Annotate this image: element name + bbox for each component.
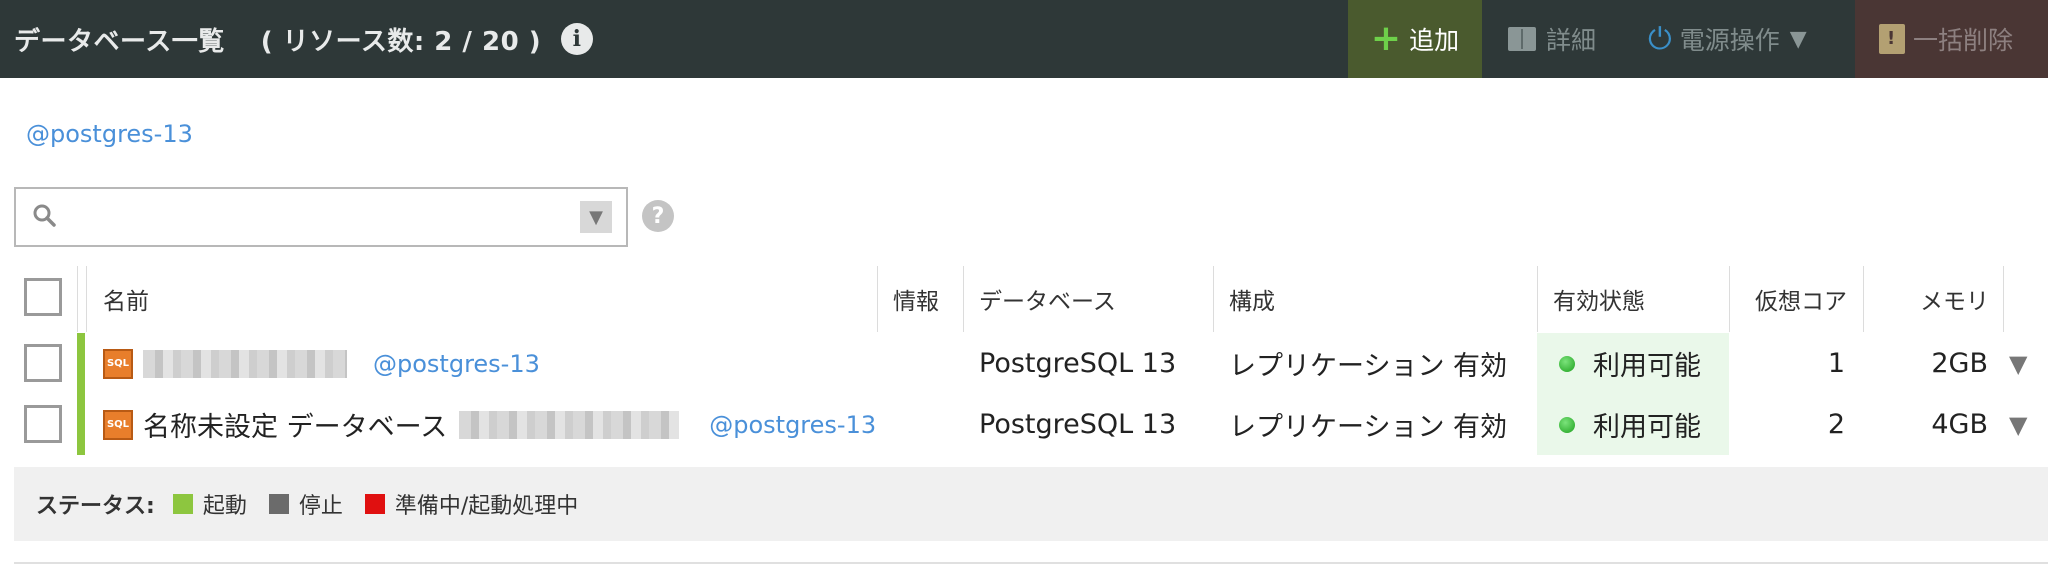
book-icon — [1508, 27, 1536, 51]
row-menu-caret-icon[interactable]: ▼ — [2009, 333, 2027, 394]
legend-item-running: 起動 — [172, 488, 247, 520]
column-header-vcpu[interactable]: 仮想コア — [1755, 266, 1847, 332]
availability-text: 利用可能 — [1593, 412, 1701, 443]
header-bar: データベース一覧 ( リソース数: 2 / 20 ) i + 追加 詳細 ⏻ 電… — [0, 0, 2048, 78]
plus-icon: + — [1370, 18, 1402, 59]
name-cell: SQL @postgres-13 — [103, 333, 540, 394]
resource-name: 名称未設定 データベース — [143, 412, 448, 443]
status-dot-icon — [1559, 416, 1575, 433]
legend-label: ステータス: — [36, 494, 155, 519]
legend-item-label: 停止 — [298, 494, 343, 519]
sql-database-icon: SQL — [103, 409, 133, 440]
legend-item-label: 準備中/起動処理中 — [394, 494, 579, 519]
column-header-name[interactable]: 名前 — [103, 266, 149, 332]
status-legend: ステータス: 起動 停止 準備中/起動処理中 — [14, 467, 2048, 541]
detail-button-label: 詳細 — [1546, 26, 1597, 55]
power-icon: ⏻ — [1648, 21, 1672, 57]
power-operation-label: 電源操作 — [1679, 26, 1780, 55]
search-box: ▼ — [14, 187, 628, 247]
legend-item-preparing: 準備中/起動処理中 — [364, 488, 579, 520]
column-divider — [963, 266, 964, 332]
memory-cell: 4GB — [1931, 409, 1988, 440]
column-divider — [77, 266, 78, 332]
row-tag-link[interactable]: @postgres-13 — [373, 350, 540, 378]
table-row[interactable]: SQL @postgres-13 PostgreSQL 13 レプリケーション … — [0, 333, 2048, 394]
legend-swatch — [172, 494, 193, 514]
column-divider — [2003, 266, 2004, 332]
database-cell: PostgreSQL 13 — [979, 348, 1177, 379]
database-cell: PostgreSQL 13 — [979, 409, 1177, 440]
redacted-name — [459, 410, 680, 439]
vcpu-cell: 2 — [1827, 409, 1845, 440]
tag-filter-link[interactable]: @postgres-13 — [26, 120, 193, 148]
search-input[interactable] — [76, 197, 586, 237]
config-cell: レプリケーション 有効 — [1229, 351, 1508, 382]
sql-database-icon: SQL — [103, 348, 133, 379]
redacted-name — [143, 349, 347, 378]
select-all-checkbox[interactable] — [24, 278, 62, 316]
detail-button[interactable]: 詳細 — [1508, 0, 1596, 78]
config-cell: レプリケーション 有効 — [1229, 412, 1508, 443]
resource-count: ( リソース数: 2 / 20 ) — [260, 26, 542, 57]
legend-swatch — [268, 494, 289, 514]
column-divider — [1213, 266, 1214, 332]
bulk-delete-label: 一括削除 — [1913, 26, 2014, 55]
status-dot-icon — [1559, 355, 1575, 372]
page-title: データベース一覧 — [14, 26, 225, 57]
column-header-availability[interactable]: 有効状態 — [1553, 266, 1645, 332]
vcpu-cell: 1 — [1827, 348, 1845, 379]
row-checkbox[interactable] — [24, 405, 62, 443]
legend-swatch — [364, 494, 385, 514]
availability-cell: 利用可能 — [1559, 394, 1701, 455]
column-header-info[interactable]: 情報 — [893, 266, 939, 332]
legend-item-label: 起動 — [202, 494, 247, 519]
row-tag-link[interactable]: @postgres-13 — [709, 411, 876, 439]
column-divider — [1729, 266, 1730, 332]
column-header-memory[interactable]: メモリ — [1920, 266, 1989, 332]
help-icon[interactable]: ? — [642, 200, 674, 232]
warning-icon — [1879, 24, 1905, 54]
add-button[interactable]: + 追加 — [1348, 0, 1482, 78]
bulk-delete-button[interactable]: 一括削除 — [1855, 0, 2048, 78]
table-row[interactable]: SQL 名称未設定 データベース @postgres-13 PostgreSQL… — [0, 394, 2048, 455]
power-operation-button[interactable]: ⏻ 電源操作 ▼ — [1648, 0, 1807, 78]
column-divider — [1537, 266, 1538, 332]
add-button-label: 追加 — [1409, 26, 1460, 55]
legend-item-stopped: 停止 — [268, 488, 343, 520]
column-divider — [877, 266, 878, 332]
column-header-database[interactable]: データベース — [979, 266, 1116, 332]
column-divider — [1863, 266, 1864, 332]
availability-cell: 利用可能 — [1559, 333, 1701, 394]
page-title-group: データベース一覧 ( リソース数: 2 / 20 ) i — [14, 0, 594, 78]
row-menu-caret-icon[interactable]: ▼ — [2009, 394, 2027, 455]
row-checkbox[interactable] — [24, 344, 62, 382]
name-cell: SQL 名称未設定 データベース @postgres-13 — [103, 394, 876, 455]
column-divider — [86, 266, 87, 332]
search-dropdown-toggle[interactable]: ▼ — [580, 201, 612, 233]
chevron-down-icon: ▼ — [1789, 26, 1807, 52]
availability-text: 利用可能 — [1593, 351, 1701, 382]
memory-cell: 2GB — [1931, 348, 1988, 379]
column-header-config[interactable]: 構成 — [1229, 266, 1275, 332]
info-icon[interactable]: i — [561, 23, 594, 55]
search-icon — [33, 204, 56, 227]
